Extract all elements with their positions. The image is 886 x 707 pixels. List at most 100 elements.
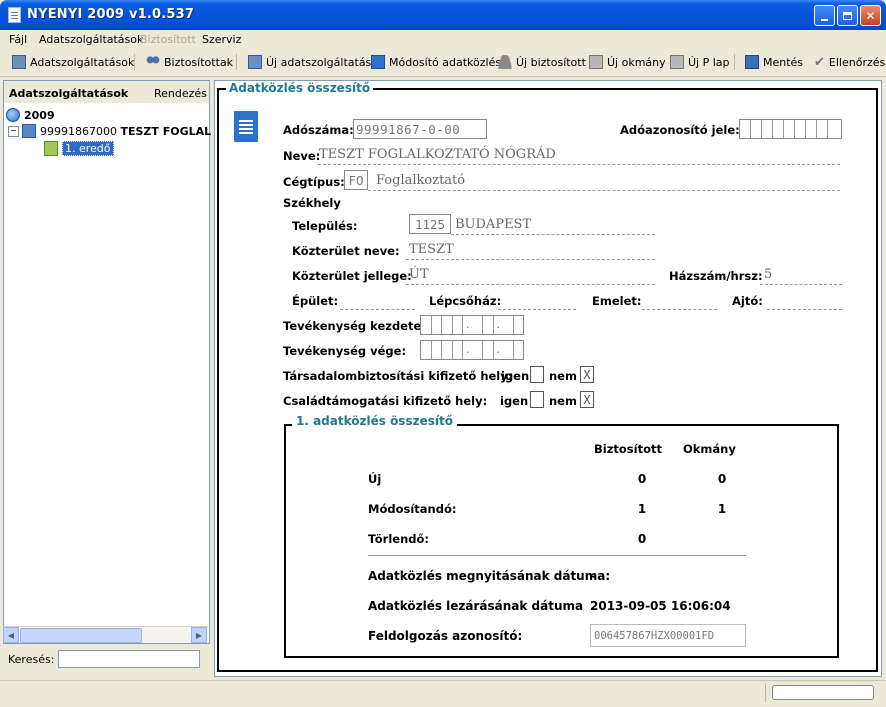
toolbar-new-service-button[interactable]: Új adatszolgáltatás xyxy=(248,53,371,71)
zip-value: 1125 xyxy=(414,216,446,232)
col-document-header: Okmány xyxy=(683,442,736,456)
family-no-checkbox[interactable]: X xyxy=(580,391,594,408)
street-underline xyxy=(406,258,655,260)
row-new-label: Új xyxy=(368,472,382,486)
toolbar-services-label: Adatszolgáltatások xyxy=(30,55,135,69)
tree-node-company[interactable]: − 99991867000 TESZT FOGLALKO xyxy=(8,123,229,139)
minimize-button[interactable] xyxy=(814,5,835,26)
toolbar-new-doc-button[interactable]: Új okmány xyxy=(589,53,666,71)
processing-id-field[interactable]: 006457867HZX00001FD xyxy=(590,624,746,647)
sort-button[interactable]: Rendezés xyxy=(154,87,207,100)
family-payer-label: Családtámogatási kifizető hely: xyxy=(283,394,488,408)
toolbar-new-doc-label: Új okmány xyxy=(607,55,666,69)
search-label: Keresés: xyxy=(8,653,55,666)
menu-file[interactable]: Fájl xyxy=(9,33,27,46)
row-modify-label: Módosítandó: xyxy=(368,502,457,516)
social-no-checkbox[interactable]: X xyxy=(580,366,594,383)
status-separator xyxy=(765,684,766,702)
tax-number-label: Adószáma: xyxy=(283,123,354,137)
toolbar-separator xyxy=(734,54,735,70)
social-no-mark: X xyxy=(583,367,591,382)
zip-field: 1125 xyxy=(409,214,451,234)
building-label: Épület: xyxy=(292,294,339,308)
maximize-icon xyxy=(843,11,852,20)
maximize-button[interactable] xyxy=(837,5,858,26)
company-type-code: FO xyxy=(344,170,368,190)
toolbar-services-button[interactable]: Adatszolgáltatások xyxy=(12,53,134,71)
menu-insured[interactable]: Biztosított xyxy=(140,33,196,46)
social-no-label: nem xyxy=(549,369,577,383)
tax-id-label: Adóazonosító jele: xyxy=(620,123,740,137)
toolbar-new-service-label: Új adatszolgáltatás xyxy=(266,55,372,69)
sheet-icon xyxy=(44,140,58,156)
street-type-value: ÚT xyxy=(409,267,429,282)
window-title: NYENYI 2009 v1.0.537 xyxy=(27,7,195,22)
new-document-icon xyxy=(248,55,262,69)
toolbar-modify-button[interactable]: Módosító adatközlés xyxy=(371,53,501,71)
toolbar: Adatszolgáltatások Biztosítottak Új adat… xyxy=(0,48,886,77)
card-icon xyxy=(589,55,603,69)
minimize-icon xyxy=(821,18,828,21)
toolbar-insured-button[interactable]: Biztosítottak xyxy=(146,53,233,71)
row-delete-label: Törlendő: xyxy=(368,532,429,546)
delete-insured-count: 0 xyxy=(637,532,647,546)
end-date-label: Tevékenység vége: xyxy=(283,344,407,358)
close-icon: ✕ xyxy=(865,8,876,23)
toolbar-separator xyxy=(236,54,237,70)
folder-icon xyxy=(22,124,36,138)
tax-number-value: 99991867-0-00 xyxy=(356,121,461,137)
toolbar-save-button[interactable]: Mentés xyxy=(745,53,803,71)
toolbar-new-insured-button[interactable]: Új biztosított xyxy=(498,53,586,71)
collapse-icon[interactable]: − xyxy=(8,125,19,137)
tree-node-child[interactable]: 1. eredő xyxy=(44,140,114,156)
city-value: BUDAPEST xyxy=(455,217,532,232)
scroll-thumb[interactable] xyxy=(20,628,142,643)
house-value: 5 xyxy=(764,267,773,282)
company-type-value: Foglalkoztató xyxy=(376,173,466,188)
toolbar-insured-label: Biztosítottak xyxy=(164,55,233,69)
city-underline xyxy=(451,233,655,235)
start-date-label: Tevékenység kezdete: xyxy=(283,319,426,333)
house-label: Házszám/hrsz: xyxy=(669,269,763,283)
toolbar-new-p-label: Új P lap xyxy=(688,55,730,69)
scroll-left-icon[interactable]: ◀ xyxy=(3,627,19,643)
start-date-field[interactable]: .. xyxy=(420,315,524,335)
menu-bar: Fájl Adatszolgáltatások Biztosított Szer… xyxy=(0,30,886,48)
panel-title: Adatszolgáltatások xyxy=(9,87,129,100)
menu-service[interactable]: Szerviz xyxy=(202,33,241,46)
page-icon xyxy=(670,55,684,69)
street-value: TESZT xyxy=(409,242,454,257)
toolbar-check-button[interactable]: ✔ Ellenőrzés xyxy=(814,53,885,71)
submission-summary-title: 1. adatközlés összesítő xyxy=(292,414,457,428)
group-title: Adatközlés összesítő xyxy=(226,81,374,95)
tree-year-label: 2009 xyxy=(24,108,55,122)
name-label: Neve: xyxy=(283,149,321,163)
tax-number-field: 99991867-0-00 xyxy=(353,119,487,139)
document-icon xyxy=(371,55,385,69)
search-input[interactable] xyxy=(58,650,200,668)
scroll-right-icon[interactable]: ▶ xyxy=(191,627,207,643)
social-yes-label: igen xyxy=(501,369,530,383)
toolbar-separator xyxy=(134,54,135,70)
modify-document-count: 1 xyxy=(717,502,727,516)
toolbar-new-p-button[interactable]: Új P lap xyxy=(670,53,730,71)
menu-services[interactable]: Adatszolgáltatások xyxy=(39,33,143,46)
company-type-code-value: FO xyxy=(348,172,364,188)
family-yes-checkbox[interactable] xyxy=(530,391,544,408)
close-button[interactable]: ✕ xyxy=(860,5,881,26)
processing-id-value: 006457867HZX00001FD xyxy=(594,629,715,642)
tree-node-year[interactable]: 2009 xyxy=(6,107,55,123)
status-bar xyxy=(0,680,886,707)
social-yes-checkbox[interactable] xyxy=(530,366,544,383)
tree-company-id: 99991867000 xyxy=(40,124,117,138)
tax-id-field[interactable] xyxy=(739,119,842,139)
horizontal-scrollbar[interactable]: ◀ ▶ xyxy=(3,626,208,643)
toolbar-save-label: Mentés xyxy=(763,55,804,69)
col-insured-header: Biztosított xyxy=(594,442,662,456)
building-underline xyxy=(340,308,415,310)
panel-header: Adatszolgáltatások Rendezés xyxy=(4,81,209,103)
staircase-underline xyxy=(498,308,576,310)
door-underline xyxy=(767,308,842,310)
summary-divider xyxy=(368,555,746,556)
end-date-field[interactable]: .. xyxy=(420,340,524,360)
